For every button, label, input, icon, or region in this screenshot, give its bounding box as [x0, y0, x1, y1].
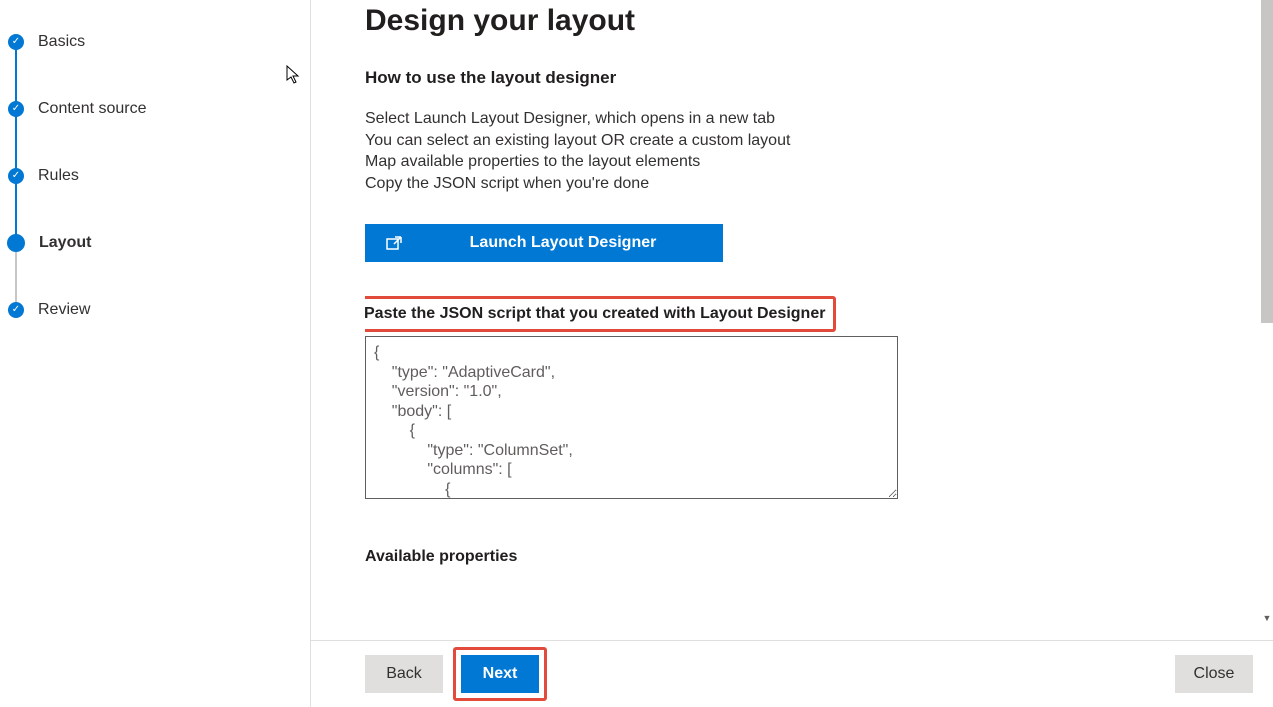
instruction-line: You can select an existing layout OR cre…	[365, 130, 1253, 152]
checkmark-icon: ✓	[8, 101, 24, 117]
step-layout[interactable]: Layout	[8, 209, 310, 276]
json-textarea-label: Paste the JSON script that you created w…	[365, 305, 825, 322]
instruction-line: Copy the JSON script when you're done	[365, 173, 1253, 195]
how-to-heading: How to use the layout designer	[365, 68, 1253, 88]
step-rules[interactable]: ✓ Rules	[8, 142, 310, 209]
next-button[interactable]: Next	[461, 655, 539, 693]
current-step-icon	[7, 234, 25, 252]
scroll-down-arrow-icon[interactable]: ▼	[1261, 611, 1273, 625]
json-label-highlight: Paste the JSON script that you created w…	[365, 296, 836, 332]
checkmark-icon: ✓	[8, 168, 24, 184]
open-in-new-tab-icon	[365, 236, 423, 250]
step-content-source[interactable]: ✓ Content source	[8, 75, 310, 142]
step-label: Rules	[38, 167, 79, 185]
instructions-text: Select Launch Layout Designer, which ope…	[365, 108, 1253, 194]
step-label: Content source	[38, 100, 147, 118]
back-button[interactable]: Back	[365, 655, 443, 693]
page-title: Design your layout	[365, 4, 1253, 38]
step-basics[interactable]: ✓ Basics	[8, 8, 310, 75]
checkmark-icon: ✓	[8, 302, 24, 318]
step-review[interactable]: ✓ Review	[8, 276, 310, 343]
page-scrollbar[interactable]	[1261, 0, 1273, 323]
main-content: Design your layout How to use the layout…	[311, 0, 1273, 707]
json-script-textarea[interactable]	[365, 336, 898, 499]
available-properties-heading: Available properties	[365, 548, 1253, 566]
wizard-footer: Back Next Close	[311, 640, 1273, 707]
next-button-highlight: Next	[453, 647, 547, 701]
launch-layout-designer-button[interactable]: Launch Layout Designer	[365, 224, 723, 262]
launch-button-label: Launch Layout Designer	[423, 234, 723, 252]
close-button[interactable]: Close	[1175, 655, 1253, 693]
step-label: Layout	[39, 234, 91, 252]
wizard-steps-sidebar: ✓ Basics ✓ Content source ✓ Rules Layout…	[0, 0, 311, 707]
checkmark-icon: ✓	[8, 34, 24, 50]
step-label: Review	[38, 301, 90, 319]
instruction-line: Select Launch Layout Designer, which ope…	[365, 108, 1253, 130]
step-label: Basics	[38, 33, 85, 51]
instruction-line: Map available properties to the layout e…	[365, 151, 1253, 173]
